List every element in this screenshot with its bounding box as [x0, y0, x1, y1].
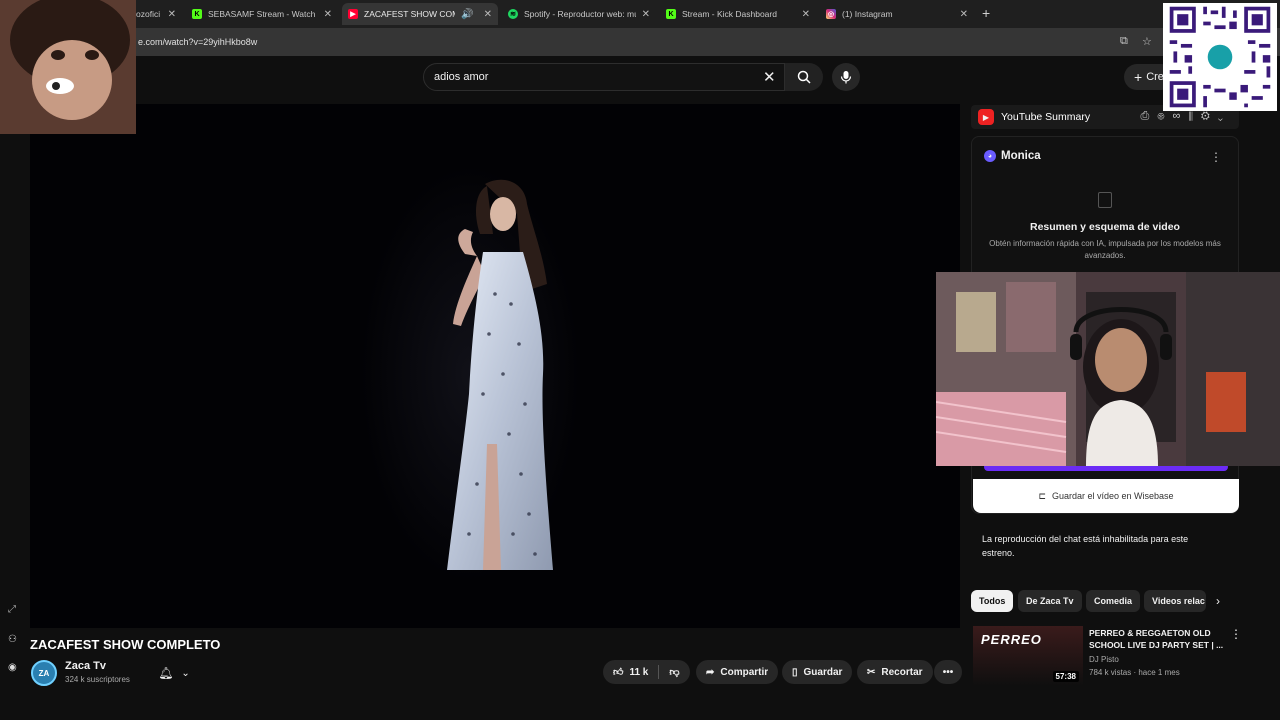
tab-title: Spotify - Reproductor web: mú [524, 9, 636, 19]
tab-ozofici[interactable]: ozofici ✕ [130, 3, 182, 25]
close-icon[interactable]: ✕ [960, 9, 968, 20]
tab-zacafest[interactable]: ▶ ZACAFEST SHOW COMPLETO 🔊 ✕ [342, 3, 498, 25]
thumbs-down-icon: 👎︎ [669, 667, 680, 678]
recommendation-channel[interactable]: DJ Pisto [1089, 655, 1119, 664]
notification-bell-button[interactable]: 🔔︎ ⌄ [148, 661, 200, 685]
save-button[interactable]: ▯ Guardar [782, 660, 853, 684]
subscriber-count: 324 k suscriptores [65, 675, 130, 684]
extension-toolbar-icons[interactable]: ⎙⊛∞⦀⚙⌄ [1141, 110, 1231, 123]
performer-image [447, 179, 553, 570]
new-tab-button[interactable]: + [982, 5, 990, 21]
chip-comedia[interactable]: Comedia [1086, 590, 1141, 612]
youtube-icon: ▶ [348, 9, 358, 19]
qr-code-image [1163, 3, 1277, 111]
clear-search-icon[interactable]: ✕ [763, 68, 776, 86]
monica-header: ◕ Monica [984, 150, 1041, 162]
video-title: ZACAFEST SHOW COMPLETO [30, 637, 221, 652]
tab-title: (1) Instagram [842, 9, 893, 19]
chip-todos[interactable]: Todos [971, 590, 1014, 612]
channel-name[interactable]: Zaca Tv [65, 660, 106, 672]
search-icon [797, 70, 811, 84]
thumbs-up-icon: 👍︎ [613, 667, 624, 678]
spotify-icon: ≋ [508, 9, 518, 19]
more-vertical-icon[interactable]: ⋮ [1210, 150, 1222, 164]
extension-name: YouTube Summary [1001, 111, 1091, 123]
thumbnail-text: PERREO [981, 632, 1042, 647]
close-icon[interactable]: ✕ [168, 9, 176, 20]
search-box[interactable]: adios amor ✕ [423, 63, 785, 91]
channel-avatar[interactable]: ZA [31, 660, 57, 686]
close-icon[interactable]: ✕ [484, 9, 492, 20]
wisebase-save-button[interactable]: ⊏ Guardar el vídeo en Wisebase [973, 479, 1239, 513]
like-count: 11 k [629, 666, 649, 678]
recommendation-title[interactable]: PERREO & REGGAETON OLD SCHOOL LIVE DJ PA… [1089, 627, 1229, 651]
tab-title: ZACAFEST SHOW COMPLETO [364, 9, 455, 19]
share-icon: ➦ [706, 666, 715, 678]
tab-instagram[interactable]: ◎ (1) Instagram ✕ [820, 3, 974, 25]
recommendation-thumbnail[interactable]: PERREO 57:38 [973, 626, 1083, 686]
close-icon[interactable]: ✕ [324, 9, 332, 20]
share-label: Compartir [720, 666, 769, 678]
tab-title: SEBASAMF Stream - Watch Live [208, 9, 318, 19]
dislike-button[interactable]: 👎︎ [669, 666, 679, 678]
close-icon[interactable]: ✕ [802, 9, 810, 20]
video-player[interactable] [30, 104, 960, 628]
instagram-icon: ◎ [826, 9, 836, 19]
sidebar-mini-icon[interactable]: ⚇ [8, 634, 17, 645]
plus-icon: + [1134, 69, 1143, 85]
chip-de-zaca-tv[interactable]: De Zaca Tv [1018, 590, 1082, 612]
like-dislike-group: 👍︎ 11 k 👎︎ [603, 660, 690, 684]
document-icon [1098, 192, 1112, 208]
share-button[interactable]: ➦ Compartir [696, 660, 779, 684]
install-app-icon[interactable]: ⧉ [1120, 35, 1128, 48]
tab-kick-dashboard[interactable]: K Stream - Kick Dashboard ✕ [660, 3, 816, 25]
youtube-header: adios amor ✕ + Cre [0, 56, 1280, 100]
tab-sebasamf[interactable]: K SEBASAMF Stream - Watch Live ✕ [186, 3, 338, 25]
monica-logo-icon: ◕ [984, 150, 996, 162]
video-duration: 57:38 [1052, 671, 1079, 682]
search-button[interactable] [785, 63, 823, 91]
wisebase-label: Guardar el vídeo en Wisebase [1051, 491, 1174, 501]
microphone-icon [840, 71, 852, 84]
kick-icon: K [666, 9, 676, 19]
clip-button[interactable]: ✂ Recortar [857, 660, 933, 684]
tab-title: Stream - Kick Dashboard [682, 9, 777, 19]
bookmark-icon: ⊏ [1038, 490, 1046, 501]
scissors-icon: ✂ [867, 666, 876, 678]
more-horizontal-icon: ••• [942, 666, 954, 678]
address-bar[interactable]: e.com/watch?v=29yihHkbo8w ⧉ ☆ [0, 28, 1280, 56]
discord-icon[interactable]: ◉ [8, 662, 17, 673]
url-text[interactable]: e.com/watch?v=29yihHkbo8w [138, 37, 257, 47]
chat-disabled-message: La reproducción del chat está inhabilita… [982, 534, 1189, 558]
youtube-summary-logo-icon: ▶ [978, 109, 994, 125]
voice-search-button[interactable] [832, 63, 860, 91]
search-input[interactable]: adios amor [434, 71, 488, 83]
kick-icon: K [192, 9, 202, 19]
like-button[interactable]: 👍︎ 11 k [613, 666, 649, 679]
speaker-icon[interactable]: 🔊 [461, 9, 473, 20]
monica-title: Monica [1001, 150, 1041, 162]
recommendation-meta: 784 k vistas · hace 1 mes [1089, 668, 1180, 677]
close-icon[interactable]: ✕ [642, 9, 650, 20]
tab-spotify[interactable]: ≋ Spotify - Reproductor web: mú ✕ [502, 3, 656, 25]
facecam-overlay [0, 0, 136, 134]
streamer-webcam-overlay [936, 272, 1280, 466]
chevron-down-icon: ⌄ [181, 667, 190, 679]
create-label: Cre [1146, 71, 1164, 83]
more-vertical-icon[interactable]: ⋮ [1230, 627, 1242, 641]
summary-heading: Resumen y esquema de video [1030, 221, 1180, 233]
bookmark-icon: ▯ [792, 666, 798, 678]
save-label: Guardar [803, 666, 843, 678]
clip-label: Recortar [881, 666, 923, 678]
bookmark-star-icon[interactable]: ☆ [1142, 35, 1152, 48]
chevron-right-icon[interactable]: › [1216, 594, 1220, 608]
screen: ozofici ✕ K SEBASAMF Stream - Watch Live… [0, 0, 1280, 720]
chip-videos-relacionados[interactable]: Videos relac [1144, 590, 1206, 612]
miniplayer-icon[interactable]: ⤢ [8, 604, 16, 615]
bell-icon: 🔔︎ [158, 666, 174, 680]
browser-tab-bar: ozofici ✕ K SEBASAMF Stream - Watch Live… [0, 0, 1280, 28]
tab-title: ozofici [136, 9, 161, 19]
summary-subtitle: Obtén información rápida con IA, impulsa… [989, 239, 1221, 260]
more-actions-button[interactable]: ••• [934, 660, 962, 684]
